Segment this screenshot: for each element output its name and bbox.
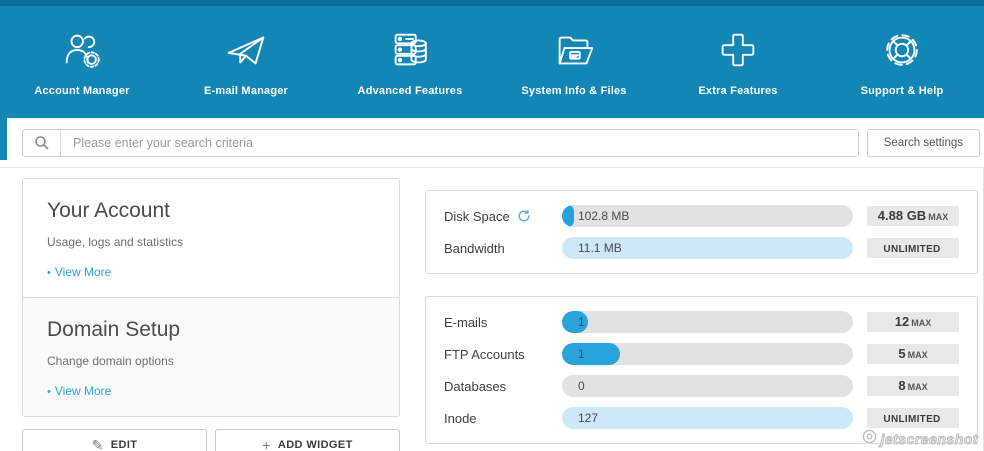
edit-button[interactable]: ✎ EDIT <box>22 429 207 451</box>
domain-setup-card: Domain Setup Change domain options • View… <box>22 297 400 417</box>
main-nav: Account Manager E-mail Manager <box>0 6 984 118</box>
nav-item-advanced-features[interactable]: Advanced Features <box>328 6 492 118</box>
nav-label: Account Manager <box>34 85 129 97</box>
usage-row-disk-space: Disk Space 102.8 MB 4.88 GBMAX <box>444 205 959 227</box>
nav-label: Support & Help <box>861 85 944 97</box>
view-more-link[interactable]: • View More <box>47 265 111 279</box>
nav-item-support-help[interactable]: Support & Help <box>820 6 984 118</box>
nav-item-account-manager[interactable]: Account Manager <box>0 6 164 118</box>
usage-row-bandwidth: Bandwidth 11.1 MB UNLIMITED <box>444 237 959 259</box>
usage-bar: 0 <box>562 375 853 397</box>
search-row: Search settings <box>0 118 984 168</box>
usage-value: 0 <box>578 375 585 397</box>
directadmin-dashboard: Account Manager E-mail Manager <box>0 0 984 451</box>
usage-value: 127 <box>578 407 598 429</box>
add-widget-button-label: ADD WIDGET <box>278 439 353 451</box>
nav-item-system-info-files[interactable]: System Info & Files <box>492 6 656 118</box>
usage-max-badge: 8MAX <box>867 376 959 396</box>
usage-row-inode: Inode 127 UNLIMITED <box>444 407 959 429</box>
usage-row-databases: Databases 0 8MAX <box>444 375 959 397</box>
usage-value: 11.1 MB <box>578 237 622 259</box>
view-more-link[interactable]: • View More <box>47 384 111 398</box>
support-help-icon <box>879 27 925 73</box>
your-account-card: Your Account Usage, logs and statistics … <box>22 178 400 298</box>
nav-label: Advanced Features <box>358 85 463 97</box>
usage-value: 102.8 MB <box>578 205 629 227</box>
nav-label: E-mail Manager <box>204 85 288 97</box>
nav-label: Extra Features <box>698 85 777 97</box>
usage-value: 1 <box>578 343 585 365</box>
usage-row-ftp-accounts: FTP Accounts 1 5MAX <box>444 343 959 365</box>
plus-icon: + <box>262 438 271 451</box>
usage-value: 1 <box>578 311 585 333</box>
usage-max-badge: 12MAX <box>867 312 959 332</box>
search-icon[interactable] <box>23 130 61 156</box>
usage-bar: 102.8 MB <box>562 205 853 227</box>
view-more-label: View More <box>55 265 111 279</box>
system-info-files-icon <box>551 27 597 73</box>
usage-max-badge: 5MAX <box>867 344 959 364</box>
usage-max-badge: UNLIMITED <box>867 408 959 428</box>
usage-label: Databases <box>444 379 506 394</box>
view-more-label: View More <box>55 384 111 398</box>
usage-panel-accounts: E-mails 1 12MAX FTP Accounts <box>425 296 978 444</box>
dashboard-content: Your Account Usage, logs and statistics … <box>0 168 984 451</box>
card-subtitle: Usage, logs and statistics <box>47 235 375 249</box>
usage-label: FTP Accounts <box>444 347 525 362</box>
card-title: Your Account <box>47 199 375 223</box>
usage-row-emails: E-mails 1 12MAX <box>444 311 959 333</box>
usage-bar-fill <box>562 343 620 365</box>
nav-item-extra-features[interactable]: Extra Features <box>656 6 820 118</box>
refresh-icon[interactable] <box>517 209 531 223</box>
edit-button-label: EDIT <box>111 439 138 451</box>
usage-panel-storage: Disk Space 102.8 MB 4.88 GBMAX <box>425 190 978 274</box>
usage-bar-fill <box>562 205 574 227</box>
account-manager-icon <box>59 27 105 73</box>
usage-bar: 11.1 MB <box>562 237 853 259</box>
right-column: Disk Space 102.8 MB 4.88 GBMAX <box>425 190 978 451</box>
usage-label: Bandwidth <box>444 241 505 256</box>
usage-bar: 127 <box>562 407 853 429</box>
left-column: Your Account Usage, logs and statistics … <box>22 178 400 451</box>
extra-features-icon <box>715 27 761 73</box>
add-widget-button[interactable]: + ADD WIDGET <box>215 429 400 451</box>
nav-item-email-manager[interactable]: E-mail Manager <box>164 6 328 118</box>
usage-label: Inode <box>444 411 477 426</box>
card-subtitle: Change domain options <box>47 354 375 368</box>
search-settings-button[interactable]: Search settings <box>867 129 980 157</box>
usage-max-badge: UNLIMITED <box>867 238 959 258</box>
card-title: Domain Setup <box>47 318 375 342</box>
nav-label: System Info & Files <box>521 85 626 97</box>
advanced-features-icon <box>387 27 433 73</box>
usage-bar: 1 <box>562 343 853 365</box>
bullet: • <box>47 386 51 398</box>
search-input[interactable] <box>61 130 858 156</box>
search-box <box>22 129 859 157</box>
pencil-icon: ✎ <box>92 438 104 451</box>
dashboard-actions: ✎ EDIT + ADD WIDGET <box>22 429 400 451</box>
email-manager-icon <box>223 27 269 73</box>
usage-max-badge: 4.88 GBMAX <box>867 206 959 226</box>
usage-bar: 1 <box>562 311 853 333</box>
bullet: • <box>47 267 51 279</box>
usage-label: Disk Space <box>444 209 510 224</box>
header-edge-accent <box>0 118 7 160</box>
usage-label: E-mails <box>444 315 487 330</box>
